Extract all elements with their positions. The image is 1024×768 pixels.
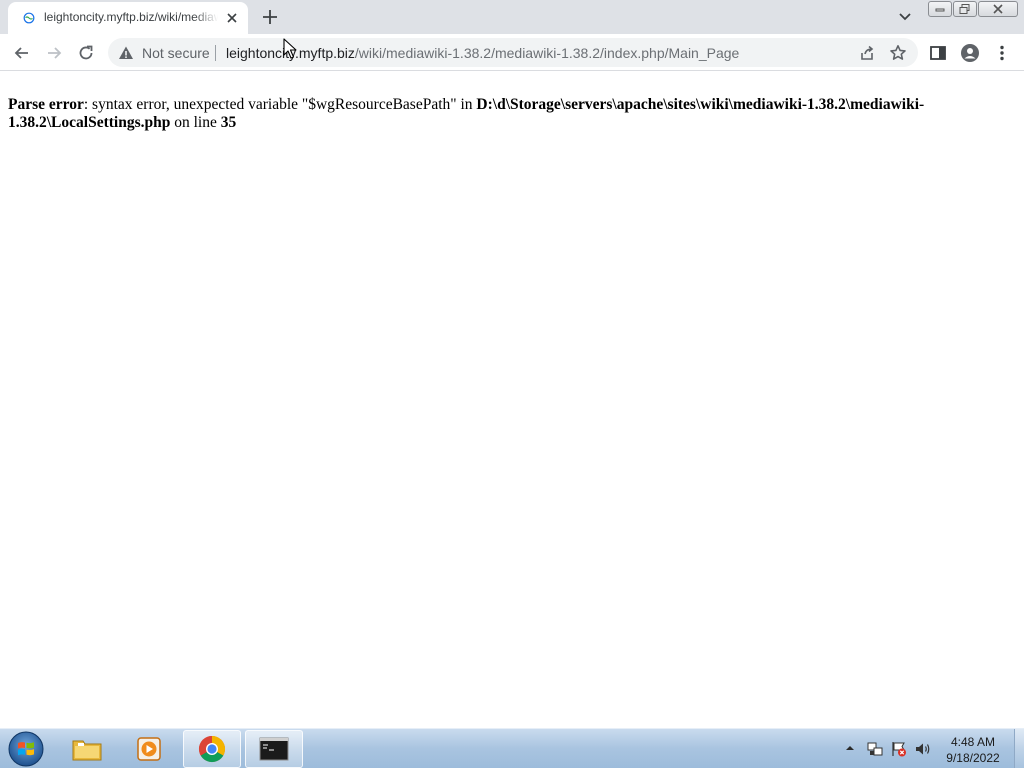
- error-line-prefix: on line: [170, 114, 221, 131]
- system-clock[interactable]: 4:48 AM 9/18/2022: [938, 734, 1008, 766]
- error-message: : syntax error, unexpected variable "$wg…: [83, 96, 477, 113]
- network-icon[interactable]: [866, 740, 884, 758]
- bookmark-star-icon[interactable]: [889, 44, 907, 62]
- clock-time: 4:48 AM: [950, 735, 996, 749]
- page-viewport: Parse error: syntax error, unexpected va…: [0, 72, 1024, 728]
- menu-kebab-icon[interactable]: [992, 43, 1012, 63]
- back-arrow-icon[interactable]: [12, 43, 32, 63]
- globe-icon: [23, 12, 35, 24]
- browser-tab[interactable]: leightoncity.myftp.biz/wiki/mediawiki-1.…: [8, 2, 248, 34]
- volume-icon[interactable]: [914, 740, 932, 758]
- side-panel-icon[interactable]: [928, 43, 948, 63]
- new-tab-button[interactable]: [259, 6, 281, 28]
- windows-taskbar: 4:48 AM 9/18/2022: [0, 728, 1024, 768]
- warning-icon[interactable]: [118, 45, 134, 61]
- taskbar-chrome[interactable]: [183, 730, 241, 768]
- php-parse-error: Parse error: syntax error, unexpected va…: [8, 96, 1008, 132]
- taskbar-command-prompt[interactable]: [245, 730, 303, 768]
- error-label: Parse error: [8, 96, 84, 113]
- security-status-label[interactable]: Not secure: [142, 45, 210, 61]
- mouse-cursor-icon: [283, 38, 297, 59]
- share-icon[interactable]: [858, 44, 876, 62]
- profile-avatar-icon[interactable]: [960, 43, 980, 63]
- media-player-icon: [137, 737, 161, 761]
- restore-button[interactable]: [953, 1, 977, 17]
- clock-date: 9/18/2022: [946, 751, 1000, 765]
- window-close-button[interactable]: [978, 1, 1018, 17]
- address-bar[interactable]: Not secure leightoncity.myftp.biz/wiki/m…: [108, 38, 918, 67]
- error-line-number: 35: [220, 114, 237, 131]
- start-button[interactable]: [6, 730, 46, 768]
- chrome-icon: [198, 735, 226, 763]
- show-desktop-button[interactable]: [1014, 729, 1024, 768]
- command-prompt-icon: [259, 737, 289, 761]
- url-path: /wiki/mediawiki-1.38.2/mediawiki-1.38.2/…: [354, 45, 740, 61]
- tab-search-chevron-icon[interactable]: [896, 9, 914, 25]
- taskbar-explorer[interactable]: [58, 730, 116, 768]
- url-text[interactable]: leightoncity.myftp.biz/wiki/mediawiki-1.…: [226, 45, 739, 61]
- show-hidden-icons-icon[interactable]: [845, 743, 855, 753]
- close-tab-icon[interactable]: [224, 10, 240, 26]
- reload-icon[interactable]: [76, 43, 96, 63]
- forward-arrow-icon[interactable]: [44, 43, 64, 63]
- tab-title: leightoncity.myftp.biz/wiki/mediawiki-1.…: [44, 10, 218, 24]
- browser-toolbar: Not secure leightoncity.myftp.biz/wiki/m…: [0, 34, 1024, 71]
- omnibox-divider: [215, 45, 216, 61]
- minimize-button[interactable]: [928, 1, 952, 17]
- folder-icon: [72, 740, 102, 761]
- action-center-flag-icon[interactable]: [890, 740, 908, 758]
- taskbar-media-player[interactable]: [120, 730, 178, 768]
- tab-strip: leightoncity.myftp.biz/wiki/mediawiki-1.…: [0, 0, 1024, 34]
